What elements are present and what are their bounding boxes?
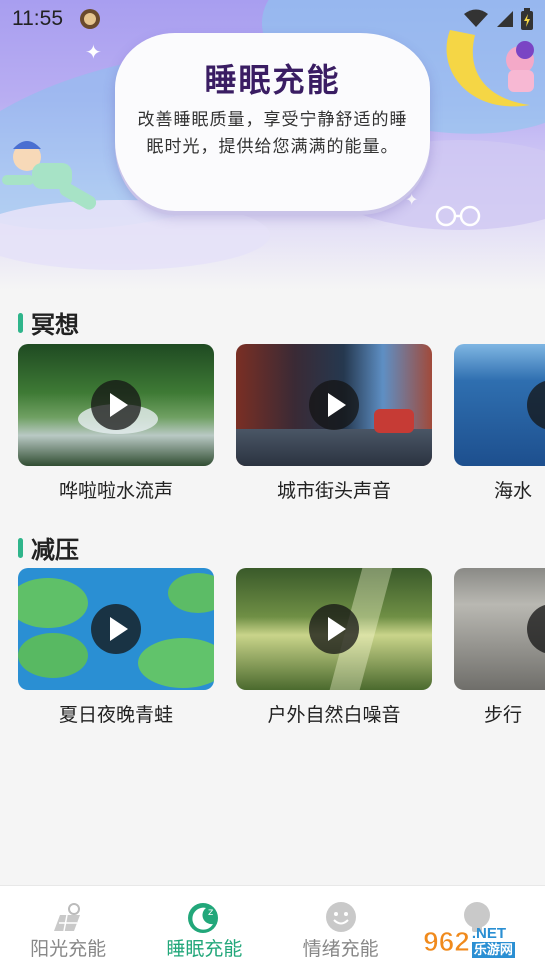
sound-thumbnail[interactable] <box>454 568 545 690</box>
section-title: 减压 <box>31 536 79 564</box>
play-button[interactable] <box>527 380 545 430</box>
sound-title: 哗啦啦水流声 <box>58 480 173 502</box>
tab-sleep-charge[interactable]: z 睡眠充能 <box>139 900 269 970</box>
status-time: 11:55 <box>12 7 63 30</box>
sound-title: 夏日夜晚青蛙 <box>58 704 173 726</box>
signal-icon <box>497 11 513 27</box>
battery-icon <box>521 8 533 30</box>
section-accent-bar <box>18 537 23 558</box>
sound-title: 城市街头声音 <box>276 480 391 502</box>
watermark-logo: 962 .NET 乐游网 <box>399 920 539 964</box>
meditation-row[interactable]: 哗啦啦水流声 城市街头声音 海水 <box>0 344 545 514</box>
tab-label: 情绪充能 <box>302 938 379 960</box>
hero-info-card: 睡眠充能 改善睡眠质量，享受宁静舒适的睡眠时光，提供给您满满的能量。 <box>115 33 430 211</box>
wifi-icon <box>464 9 488 27</box>
section-accent-bar <box>18 312 23 333</box>
svg-text:z: z <box>208 907 213 918</box>
page-description: 改善睡眠质量，享受宁静舒适的睡眠时光，提供给您满满的能量。 <box>137 110 408 157</box>
sound-thumbnail[interactable] <box>236 568 432 690</box>
sparkle-icon: ✦ <box>85 40 102 64</box>
moon-sleep-icon: z <box>188 903 219 933</box>
solar-panel-icon <box>54 903 81 932</box>
sound-thumbnail[interactable] <box>18 568 214 690</box>
glasses-decoration <box>435 205 481 227</box>
section-header-stress-relief: 减压 <box>18 530 79 565</box>
tab-mood-charge[interactable]: 情绪充能 <box>276 900 406 970</box>
sound-thumbnail[interactable] <box>236 344 432 466</box>
app-notification-icon <box>80 9 100 29</box>
sound-title: 海水 <box>494 480 533 502</box>
tab-label: 阳光充能 <box>30 938 107 960</box>
page-title: 睡眠充能 <box>204 61 341 99</box>
section-title: 冥想 <box>31 311 79 339</box>
sound-card-city-street[interactable]: 城市街头声音 <box>236 344 432 503</box>
play-button[interactable] <box>309 380 359 430</box>
section-header-meditation: 冥想 <box>18 305 79 340</box>
tab-label: 睡眠充能 <box>166 938 243 960</box>
sound-card-ocean[interactable]: 海水 <box>454 344 545 503</box>
watermark-caption: 乐游网 <box>471 942 515 958</box>
play-button[interactable] <box>309 604 359 654</box>
play-button[interactable] <box>91 604 141 654</box>
sound-thumbnail[interactable] <box>18 344 214 466</box>
watermark-suffix: .NET <box>471 925 507 942</box>
sound-card-frogs[interactable]: 夏日夜晚青蛙 <box>18 568 214 727</box>
sound-thumbnail[interactable] <box>454 344 545 466</box>
play-button[interactable] <box>527 604 545 654</box>
sound-card-nature-noise[interactable]: 户外自然白噪音 <box>236 568 432 727</box>
sound-title: 户外自然白噪音 <box>267 704 401 726</box>
sound-title: 步行 <box>484 704 523 726</box>
stress-relief-row[interactable]: 夏日夜晚青蛙 户外自然白噪音 步行 <box>0 568 545 738</box>
sound-card-walking[interactable]: 步行 <box>454 568 545 727</box>
play-button[interactable] <box>91 380 141 430</box>
floating-character-illustration <box>2 141 97 210</box>
sound-card-waterfall[interactable]: 哗啦啦水流声 <box>18 344 214 503</box>
watermark-number: 962 <box>423 926 471 958</box>
tab-sunshine-charge[interactable]: 阳光充能 <box>3 900 133 970</box>
smiley-icon <box>325 902 356 932</box>
